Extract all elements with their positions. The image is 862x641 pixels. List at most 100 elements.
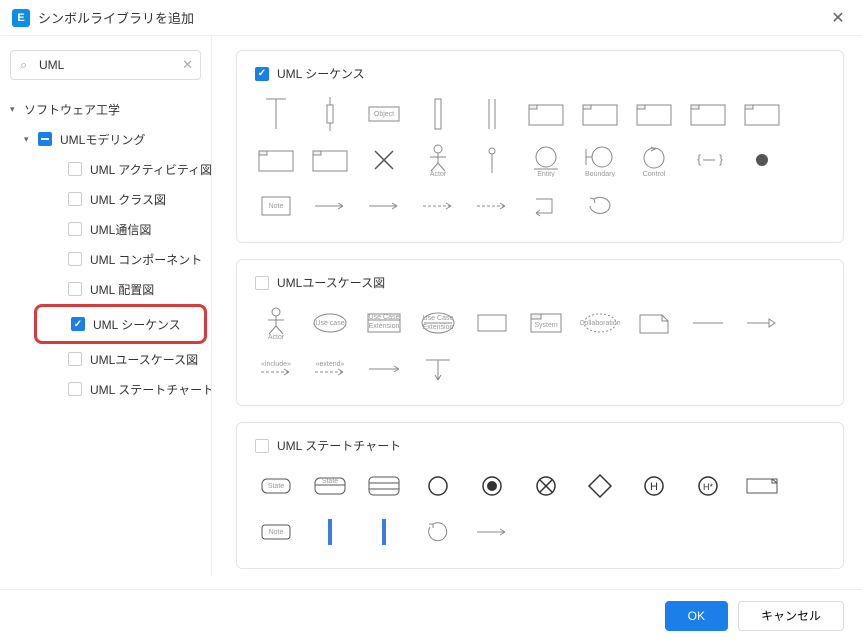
symbol-final[interactable] [471, 468, 513, 504]
symbol-usecase[interactable]: Use case [309, 305, 351, 341]
symbol-package[interactable] [633, 96, 675, 132]
symbol-package[interactable] [255, 142, 297, 178]
symbol-actor[interactable]: Actor [255, 305, 297, 341]
svg-text:Use Case: Use Case [423, 315, 454, 322]
tree-item-label: UML クラス図 [90, 191, 166, 208]
symbol-loop[interactable] [579, 188, 621, 224]
symbol-group: UML ステートチャート State State H H* Note [236, 422, 844, 569]
svg-text:H*: H* [703, 482, 713, 492]
checkbox-mixed[interactable] [38, 132, 52, 146]
symbol-package[interactable] [687, 96, 729, 132]
symbol-state3[interactable] [363, 468, 405, 504]
symbol-package[interactable] [525, 96, 567, 132]
symbol-note3[interactable]: Note [255, 514, 297, 550]
symbol-arrow-open[interactable] [741, 305, 783, 341]
symbol-lollipop[interactable] [471, 142, 513, 178]
symbol-package[interactable]: System [525, 305, 567, 341]
checkbox[interactable]: ✓ [71, 317, 85, 331]
symbol-history[interactable]: H [633, 468, 675, 504]
symbol-state[interactable]: State [255, 468, 297, 504]
symbol-actor[interactable]: Actor [417, 142, 459, 178]
checkbox[interactable] [68, 162, 82, 176]
symbol-arrow-label2[interactable]: «extend» [309, 351, 351, 387]
symbol-bar-v2[interactable] [363, 514, 405, 550]
ok-button[interactable]: OK [665, 601, 728, 631]
symbol-terminate[interactable] [525, 468, 567, 504]
svg-text:}: } [719, 152, 723, 166]
symbol-collab[interactable]: Collaboration [579, 305, 621, 341]
symbol-activation[interactable] [309, 96, 351, 132]
symbol-fork[interactable] [417, 351, 459, 387]
tree-node-label: UMLモデリング [60, 131, 145, 148]
cancel-button[interactable]: キャンセル [738, 601, 844, 631]
group-title: UML シーケンス [277, 65, 365, 82]
svg-text:Actor: Actor [268, 334, 285, 340]
symbol-boundary[interactable]: Boundary [579, 142, 621, 178]
group-checkbox[interactable] [255, 276, 269, 290]
symbol-rect-label[interactable]: Object [363, 96, 405, 132]
symbol-arrow-label[interactable]: «include» [255, 351, 297, 387]
group-checkbox[interactable] [255, 439, 269, 453]
close-button[interactable]: ✕ [826, 6, 850, 30]
symbol-group: ✓ UML シーケンス Object Actor Entity [236, 50, 844, 243]
symbol-rect[interactable] [471, 305, 513, 341]
svg-text:Extension: Extension [423, 324, 454, 331]
svg-text:System: System [534, 322, 558, 329]
tree-item[interactable]: UMLユースケース図 [50, 344, 201, 374]
symbol-history-deep[interactable]: H* [687, 468, 729, 504]
symbol-self-msg[interactable] [525, 188, 567, 224]
symbol-circle[interactable] [417, 468, 459, 504]
symbol-state2[interactable]: State [309, 468, 351, 504]
clear-search-icon[interactable]: ✕ [182, 57, 193, 73]
caret-down-icon: ▾ [10, 104, 24, 115]
symbol-entity[interactable]: Entity [525, 142, 567, 178]
symbol-bar2[interactable] [471, 96, 513, 132]
symbol-arrow[interactable] [309, 188, 351, 224]
tree-root[interactable]: ▾ ソフトウェア工学 [10, 94, 201, 124]
symbol-control[interactable]: Control [633, 142, 675, 178]
tree-item[interactable]: UML アクティビティ図 [50, 154, 201, 184]
tree-item-label: UML ステートチャート [90, 381, 212, 398]
checkbox[interactable] [68, 222, 82, 236]
search-input[interactable] [10, 50, 201, 80]
tree-item[interactable]: UML クラス図 [50, 184, 201, 214]
checkbox[interactable] [68, 252, 82, 266]
symbol-dot[interactable] [741, 142, 783, 178]
checkbox[interactable] [68, 192, 82, 206]
tree-node[interactable]: ▾ UMLモデリング [24, 124, 201, 154]
checkbox[interactable] [68, 352, 82, 366]
tree-item[interactable]: UML 配置図 [50, 274, 201, 304]
tree-item[interactable]: UML ステートチャート [50, 374, 201, 404]
symbol-arrow-dash[interactable] [471, 188, 513, 224]
symbol-lifeline[interactable] [255, 96, 297, 132]
symbol-constraint[interactable]: {} [687, 142, 729, 178]
symbol-arrow-dash[interactable] [417, 188, 459, 224]
group-checkbox[interactable]: ✓ [255, 67, 269, 81]
tree-item-label: UML 配置図 [90, 281, 154, 298]
symbol-usecase-ext[interactable]: Use Case Extension [417, 305, 459, 341]
symbol-note2[interactable] [741, 468, 783, 504]
symbol-package[interactable] [579, 96, 621, 132]
symbol-bar[interactable] [417, 96, 459, 132]
symbol-line[interactable] [687, 305, 729, 341]
symbol-loop2[interactable] [417, 514, 459, 550]
checkbox[interactable] [68, 282, 82, 296]
symbol-package[interactable] [741, 96, 783, 132]
tree-item[interactable]: ✓UML シーケンス [53, 309, 198, 339]
symbol-group: UMLユースケース図 Actor Use case Use CaseExtens… [236, 259, 844, 406]
app-logo-icon: E [12, 9, 30, 27]
symbol-destroy[interactable] [363, 142, 405, 178]
symbol-package[interactable] [309, 142, 351, 178]
checkbox[interactable] [68, 382, 82, 396]
symbol-bar-v[interactable] [309, 514, 351, 550]
symbol-package-folded[interactable] [633, 305, 675, 341]
symbol-arrow3[interactable] [471, 514, 513, 550]
tree-item[interactable]: UML コンポーネント [50, 244, 201, 274]
svg-text:Actor: Actor [430, 171, 447, 177]
symbol-line2[interactable] [363, 351, 405, 387]
symbol-choice[interactable] [579, 468, 621, 504]
symbol-note[interactable]: Note [255, 188, 297, 224]
symbol-arrow[interactable] [363, 188, 405, 224]
symbol-usecase-box[interactable]: Use CaseExtension [363, 305, 405, 341]
tree-item[interactable]: UML通信図 [50, 214, 201, 244]
